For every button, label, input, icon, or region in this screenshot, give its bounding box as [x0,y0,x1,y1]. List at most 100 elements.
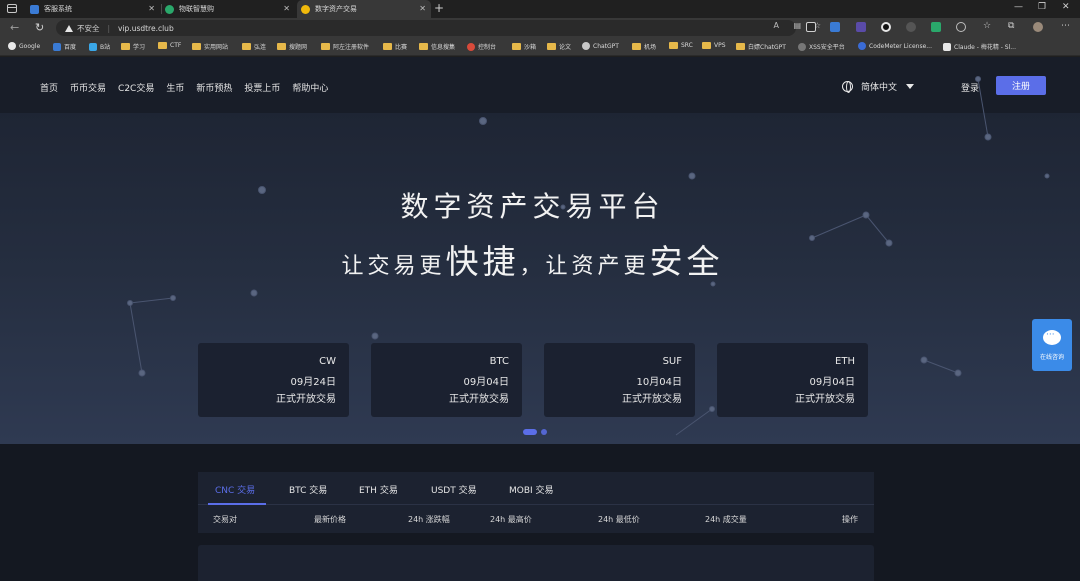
restore-icon[interactable]: ❐ [1038,2,1046,12]
tab-mobi[interactable]: MOBI 交易 [509,483,554,496]
login-link[interactable]: 登录 [961,81,979,94]
market-tabs: CNC 交易 BTC 交易 ETH 交易 USDT 交易 MOBI 交易 [198,472,874,505]
more-menu-icon[interactable]: ⋯ [1061,21,1070,31]
carousel-dot[interactable] [541,429,547,435]
bookmark-folder[interactable]: 搜题网 [277,42,307,51]
bookmark-folder[interactable]: 学习 [121,42,145,51]
chatgpt-icon [582,42,590,50]
extension-icon[interactable] [881,22,891,32]
nav-help-center[interactable]: 帮助中心 [292,81,328,94]
hero-banner: 首页 币币交易 C2C交易 生币 新币预热 投票上币 帮助中心 简体中文 登录 … [0,57,1080,444]
tab-customer-service[interactable]: 客服系统 ✕ [30,0,160,18]
carousel-dot-active[interactable] [523,429,537,435]
nav-mint-coin[interactable]: 生币 [166,81,184,94]
tab-iot-shop[interactable]: 物联智慧购 ✕ [165,0,295,18]
bookmark-folder[interactable]: CTF [158,42,181,49]
extension-icon[interactable] [806,22,816,32]
bookmark-folder[interactable]: 论文 [547,42,571,51]
bookmark-bilibili[interactable]: B站 [89,42,110,51]
listing-note: 正式开放交易 [449,394,509,405]
bookmark-label: 百度 [64,44,77,51]
favorite-star-icon[interactable]: ☆ [814,21,830,30]
read-aloud-icon[interactable]: A [774,21,788,30]
extension-icon[interactable] [931,22,941,32]
close-tab-icon[interactable]: ✕ [283,4,290,13]
extension-icon[interactable] [830,22,840,32]
bookmark-console[interactable]: 控制台 [467,42,496,51]
minimize-icon[interactable]: — [1014,2,1023,12]
folder-icon [321,43,330,50]
column-action: 操作 [842,515,858,524]
tab-separator [161,4,162,14]
bookmark-codemeter[interactable]: CodeMeter License... [858,42,932,50]
bookmark-baidu[interactable]: 百度 [53,42,76,51]
huawei-icon [467,42,475,51]
nav-vote-listing[interactable]: 投票上币 [244,81,280,94]
bookmark-label: XSS安全平台 [809,44,845,51]
close-window-icon[interactable]: ✕ [1062,2,1070,12]
extension-icon[interactable] [956,22,966,32]
profile-avatar[interactable] [1033,22,1043,32]
listing-date: 09月04日 [809,377,855,388]
bookmark-claude[interactable]: Claude - 梅花精 - Sl... [943,42,1016,51]
bookmark-google[interactable]: Google [8,42,40,50]
main-nav: 首页 币币交易 C2C交易 生币 新币预热 投票上币 帮助中心 [40,81,328,94]
tab-btc[interactable]: BTC 交易 [289,483,327,496]
bookmark-folder[interactable]: 机场 [632,42,656,51]
extension-icon[interactable] [906,22,916,32]
bookmark-label: Google [19,42,41,50]
xss-icon [798,42,806,51]
bookmark-chatgpt[interactable]: ChatGPT [582,42,619,50]
listing-card[interactable]: SUF 10月04日 正式开放交易 [544,343,695,417]
folder-icon [242,43,251,50]
nav-home[interactable]: 首页 [40,81,58,94]
collections-icon[interactable]: ⧉ [1008,21,1014,31]
bookmark-folder[interactable]: 白嫖ChatGPT [736,42,786,51]
nav-spot-trade[interactable]: 币币交易 [70,81,106,94]
listing-card[interactable]: ETH 09月04日 正式开放交易 [717,343,868,417]
address-input[interactable]: 不安全 | vip.usdtre.club [56,20,796,36]
new-tab-icon[interactable]: + [434,1,444,15]
bookmark-xss[interactable]: XSS安全平台 [798,42,845,51]
close-tab-icon[interactable]: ✕ [148,4,155,13]
folder-icon [192,43,201,50]
hero-slogan: 让交易更快捷，让资产更安全 [0,235,1065,283]
close-tab-icon[interactable]: ✕ [419,4,426,13]
nav-c2c-trade[interactable]: C2C交易 [118,81,154,94]
listing-note: 正式开放交易 [276,394,336,405]
browser-window: 客服系统 ✕ 物联智慧购 ✕ 数字资产交易 ✕ + — ❐ ✕ ← ↻ 不安全 … [0,0,1080,581]
bookmark-folder[interactable]: 沙箱 [512,42,536,51]
tab-label: 物联智慧购 [179,5,214,13]
tab-cnc[interactable]: CNC 交易 [215,483,255,496]
bookmark-label: 沙箱 [524,44,537,51]
listing-card[interactable]: BTC 09月04日 正式开放交易 [371,343,522,417]
tab-usdt[interactable]: USDT 交易 [431,483,477,496]
bookmark-folder[interactable]: 实用网站 [192,42,228,51]
reload-icon[interactable]: ↻ [35,21,44,34]
page-content: 首页 币币交易 C2C交易 生币 新币预热 投票上币 帮助中心 简体中文 登录 … [0,57,1080,581]
listing-card[interactable]: CW 09月24日 正式开放交易 [198,343,349,417]
column-24h-change: 24h 涨跌幅 [408,515,450,524]
bookmark-folder[interactable]: 比赛 [383,42,407,51]
bookmark-label: 实用网站 [204,44,229,51]
slogan-part: 让交易更 [341,254,446,279]
back-icon[interactable]: ← [10,21,19,34]
register-button[interactable]: 注册 [996,76,1046,95]
tab-eth[interactable]: ETH 交易 [359,483,398,496]
bookmark-folder[interactable]: 信息搜集 [419,42,455,51]
url-divider: | [107,23,111,33]
tab-digital-asset[interactable]: 数字资产交易 ✕ [297,0,431,18]
extension-icon[interactable] [856,22,866,32]
market-panel: CNC 交易 BTC 交易 ETH 交易 USDT 交易 MOBI 交易 交易对… [198,472,874,533]
window-menu-icon[interactable] [7,4,17,13]
favorites-icon[interactable]: ☆ [983,21,991,31]
bookmark-folder[interactable]: 阿左注册软件 [321,42,369,51]
nav-new-coin-preview[interactable]: 新币预热 [196,81,232,94]
language-selector[interactable]: 简体中文 [842,80,915,93]
bookmark-folder[interactable]: 弘连 [242,42,266,51]
bookmark-label: 控制台 [478,44,497,51]
bookmark-folder[interactable]: SRC [669,42,693,49]
online-consult-button[interactable]: 在线咨询 [1032,319,1072,371]
bookmark-label: CTF [170,42,182,49]
bookmark-folder[interactable]: VPS [702,42,726,49]
